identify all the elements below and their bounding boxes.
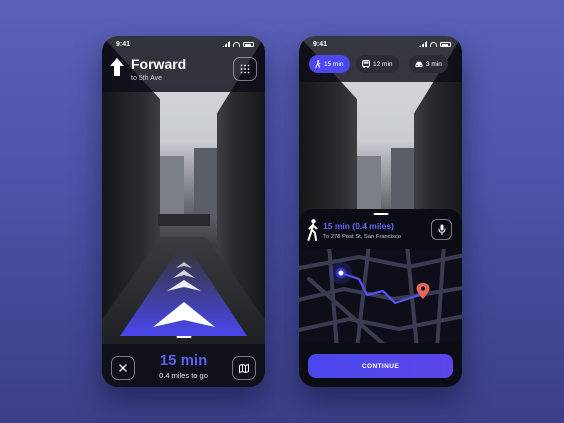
mode-walk-label: 15 min	[324, 60, 344, 68]
direction-title: Forward	[131, 56, 187, 72]
voice-button[interactable]	[431, 219, 452, 240]
car-icon	[415, 61, 423, 67]
mode-walk-tab[interactable]: 15 min	[309, 55, 350, 73]
battery-icon	[440, 41, 451, 47]
mode-bus-tab[interactable]: 12 min	[356, 55, 399, 73]
route-duration: 15 min (0.4 miles)	[323, 221, 394, 231]
status-bar: 9:41	[102, 36, 265, 52]
mode-bus-label: 12 min	[373, 60, 393, 68]
arrow-up-icon	[110, 58, 124, 76]
continue-button[interactable]: CONTINUE	[308, 354, 453, 378]
mode-car-label: 3 min	[426, 60, 442, 68]
route-map[interactable]	[299, 249, 462, 343]
status-time: 9:41	[116, 40, 131, 48]
wifi-icon	[233, 41, 240, 47]
current-location-icon	[337, 269, 345, 277]
grid-button[interactable]	[233, 57, 257, 81]
map-button[interactable]	[232, 356, 256, 380]
wifi-icon	[430, 41, 437, 47]
route-overview-screen: 15 min 12 min 3 min 9:41 15 min (0.4 mil…	[299, 36, 462, 387]
ar-navigation-screen: Forward to 5th Ave 9:41 15 min 0.4 miles…	[102, 36, 265, 387]
route-sheet: 15 min (0.4 miles) To 278 Post St, San F…	[299, 209, 462, 387]
walk-icon	[315, 60, 321, 68]
bus-icon	[362, 60, 370, 68]
signal-icon	[222, 41, 230, 47]
status-bar: 9:41	[299, 36, 462, 52]
direction-subtitle: to 5th Ave	[131, 75, 163, 82]
route-destination: To 278 Post St, San Francisco	[323, 234, 401, 240]
walking-person-icon	[307, 219, 318, 241]
mode-car-tab[interactable]: 3 min	[409, 55, 448, 73]
grid-icon	[240, 64, 250, 74]
map-icon	[239, 363, 249, 373]
drag-handle[interactable]	[176, 336, 191, 338]
status-time: 9:41	[313, 40, 328, 48]
drag-handle[interactable]	[373, 213, 388, 215]
battery-icon	[243, 41, 254, 47]
microphone-icon	[438, 224, 445, 235]
signal-icon	[419, 41, 427, 47]
eta-panel: 15 min 0.4 miles to go	[102, 336, 265, 387]
